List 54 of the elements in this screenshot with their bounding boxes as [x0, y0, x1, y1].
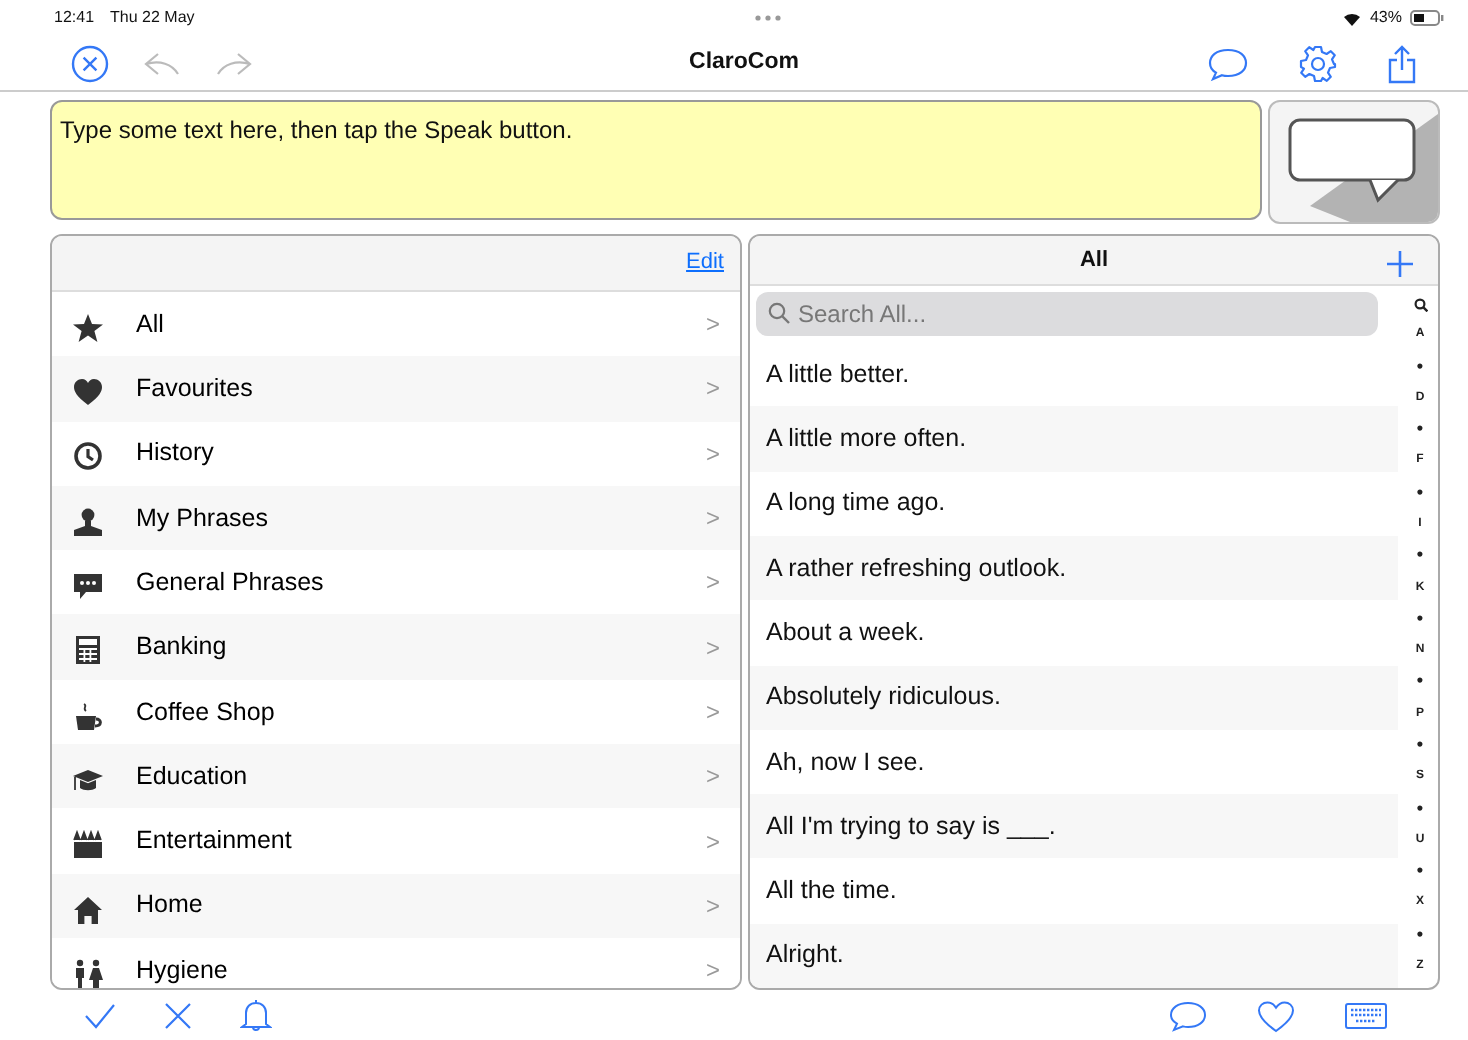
phrase-item[interactable]: Alright.: [750, 923, 1398, 988]
index-letter[interactable]: •: [1416, 609, 1424, 628]
clapperboard-icon: [72, 825, 104, 858]
cancel-button[interactable]: [164, 1002, 192, 1030]
battery-percent: 43%: [1369, 6, 1402, 30]
app-title: ClaroCom: [689, 47, 799, 78]
index-search-icon[interactable]: [1413, 298, 1427, 313]
check-button[interactable]: [84, 1002, 116, 1030]
category-item[interactable]: Education >: [52, 744, 740, 809]
phrase-item[interactable]: All the time.: [750, 858, 1398, 924]
share-button[interactable]: [1386, 43, 1418, 83]
category-item[interactable]: Banking >: [52, 614, 740, 680]
status-time: 12:41: [54, 6, 95, 30]
wifi-icon: [1341, 10, 1362, 26]
index-letter[interactable]: •: [1416, 672, 1424, 691]
index-letter[interactable]: •: [1416, 862, 1424, 881]
phrase-item[interactable]: A long time ago.: [750, 471, 1398, 536]
index-letter[interactable]: •: [1416, 420, 1424, 439]
multitask-dots-icon: [754, 14, 783, 22]
phrase-item[interactable]: A little more often.: [750, 406, 1398, 472]
category-item[interactable]: My Phrases >: [52, 485, 740, 551]
index-letter[interactable]: •: [1416, 925, 1424, 944]
status-date: Thu 22 May: [110, 6, 195, 30]
phrase-item[interactable]: Ah, now I see.: [750, 729, 1398, 795]
phrase-item[interactable]: Absolutely ridiculous.: [750, 665, 1398, 730]
speech-bubble-button[interactable]: [1206, 45, 1250, 81]
search-field[interactable]: Search All...: [756, 292, 1378, 337]
speech-bubble-button[interactable]: [1168, 1000, 1208, 1032]
index-letter[interactable]: •: [1416, 735, 1424, 754]
speak-button[interactable]: [1268, 100, 1440, 224]
phrase-item[interactable]: About a week.: [750, 600, 1398, 666]
index-letter[interactable]: •: [1416, 546, 1424, 565]
phrase-item[interactable]: A rather refreshing outlook.: [750, 535, 1398, 601]
edit-link[interactable]: Edit: [686, 246, 724, 280]
search-icon: [768, 302, 790, 325]
category-item[interactable]: Favourites >: [52, 356, 740, 422]
list-title: All: [1079, 245, 1109, 276]
calculator-icon: [72, 631, 104, 664]
clock-icon: [72, 437, 104, 470]
phrase-item[interactable]: All I'm trying to say is ___.: [750, 794, 1398, 859]
battery-icon: [1410, 10, 1444, 26]
close-button[interactable]: [70, 43, 110, 83]
index-letter[interactable]: •: [1416, 799, 1424, 818]
favourite-button[interactable]: [1256, 999, 1296, 1033]
phrase-item[interactable]: A little better.: [750, 342, 1398, 407]
bell-button[interactable]: [240, 998, 272, 1034]
index-letter[interactable]: •: [1416, 483, 1424, 502]
index-letter[interactable]: •: [1416, 357, 1424, 376]
category-item[interactable]: Home >: [52, 873, 740, 938]
people-icon: [72, 954, 104, 987]
speech-text-field[interactable]: Type some text here, then tap the Speak button.: [50, 100, 1262, 220]
add-button[interactable]: [1386, 250, 1414, 278]
keyboard-button[interactable]: [1344, 1002, 1388, 1030]
settings-button[interactable]: [1298, 43, 1338, 83]
